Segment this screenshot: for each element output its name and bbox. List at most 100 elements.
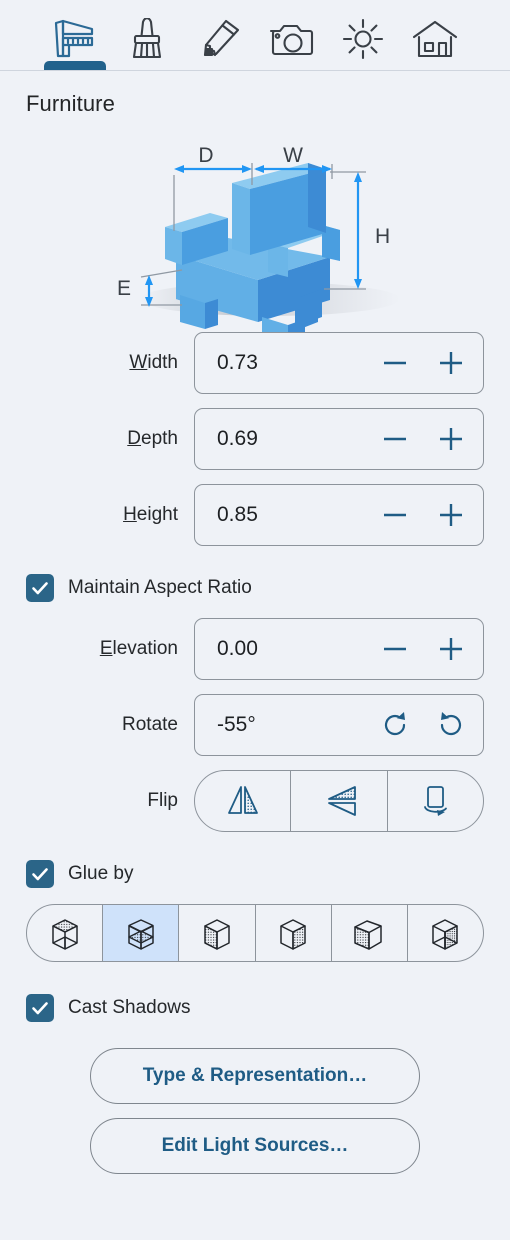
depth-field[interactable]: 0.69 — [194, 408, 484, 470]
label-flip: Flip — [147, 790, 178, 811]
furniture-diagram: D W H E — [0, 117, 510, 332]
height-field[interactable]: 0.85 — [194, 484, 484, 546]
flip-horizontal-button[interactable] — [195, 771, 290, 831]
sun-icon — [342, 18, 384, 60]
depth-decrement-button[interactable] — [367, 411, 423, 467]
row-depth: Depth 0.69 — [26, 408, 484, 470]
label-rotate: Rotate — [122, 714, 178, 735]
rotate-clockwise-button[interactable] — [367, 697, 423, 753]
cube-face-right-icon — [280, 919, 306, 950]
minus-icon — [384, 437, 406, 441]
flip-turn-button[interactable] — [386, 771, 483, 831]
elevation-decrement-button[interactable] — [367, 621, 423, 677]
transform-fields: Elevation 0.00 Rotate -55° Flip — [0, 618, 510, 846]
rotate-clockwise-icon — [384, 712, 406, 736]
row-flip: Flip — [26, 770, 484, 832]
plus-icon — [440, 504, 462, 526]
flip-button-group — [194, 770, 484, 832]
plus-icon — [440, 428, 462, 450]
glue-face-selector — [0, 904, 510, 962]
cube-face-left-button[interactable] — [178, 905, 254, 961]
rotate-value[interactable]: -55° — [217, 713, 367, 737]
diagram-label-depth: D — [198, 144, 213, 167]
flip-vertical-icon — [328, 786, 356, 816]
plus-icon — [440, 352, 462, 374]
cube-face-group — [26, 904, 484, 962]
tool-house[interactable] — [399, 8, 471, 70]
height-decrement-button[interactable] — [367, 487, 423, 543]
glue-by-checkbox[interactable] — [26, 860, 54, 888]
caliper-icon — [54, 19, 94, 58]
depth-increment-button[interactable] — [423, 411, 479, 467]
check-icon — [32, 868, 48, 881]
flip-horizontal-icon — [227, 786, 258, 814]
dimension-fields: Width 0.73 Depth 0.69 Height 0.85 — [0, 332, 510, 560]
height-value[interactable]: 0.85 — [217, 503, 367, 527]
minus-icon — [384, 647, 406, 651]
maintain-aspect-ratio-row[interactable]: Maintain Aspect Ratio — [0, 574, 510, 602]
check-icon — [32, 582, 48, 595]
camera-icon — [269, 24, 314, 56]
edit-light-sources-button[interactable]: Edit Light Sources… — [90, 1118, 420, 1174]
diagram-label-elevation: E — [117, 277, 131, 300]
label-width: Width — [129, 352, 178, 373]
cube-face-bottom-button[interactable] — [102, 905, 179, 961]
active-tab-indicator — [44, 61, 106, 70]
tool-pencil[interactable] — [183, 8, 255, 70]
cube-face-right-button[interactable] — [254, 905, 331, 961]
toolbar — [0, 0, 510, 70]
width-value[interactable]: 0.73 — [217, 351, 367, 375]
label-height: Height — [123, 504, 178, 525]
cube-face-front-button[interactable] — [330, 905, 407, 961]
label-depth: Depth — [127, 428, 178, 449]
cube-face-top-button[interactable] — [27, 905, 102, 961]
diagram-label-width: W — [283, 144, 303, 167]
furniture-diagram-svg: D W H E — [117, 144, 400, 332]
diagram-label-height: H — [375, 225, 390, 248]
tool-brush[interactable] — [111, 8, 183, 70]
width-increment-button[interactable] — [423, 335, 479, 391]
cast-shadows-row[interactable]: Cast Shadows — [0, 994, 510, 1022]
minus-icon — [384, 361, 406, 365]
width-decrement-button[interactable] — [367, 335, 423, 391]
house-icon — [412, 20, 458, 58]
cube-face-left-icon — [204, 919, 230, 950]
elevation-field[interactable]: 0.00 — [194, 618, 484, 680]
tool-camera[interactable] — [255, 8, 327, 70]
cube-face-back-icon — [432, 919, 459, 950]
cast-shadows-checkbox[interactable] — [26, 994, 54, 1022]
plus-icon — [440, 638, 462, 660]
furniture-panel: Furniture D W H E Width 0.73 Depth 0.69 … — [0, 0, 510, 1240]
cast-shadows-label: Cast Shadows — [68, 997, 191, 1018]
rotate-field[interactable]: -55° — [194, 694, 484, 756]
depth-value[interactable]: 0.69 — [217, 427, 367, 451]
height-increment-button[interactable] — [423, 487, 479, 543]
glue-by-row[interactable]: Glue by — [0, 860, 510, 888]
cube-face-bottom-icon — [128, 919, 154, 950]
brush-icon — [132, 18, 162, 59]
width-field[interactable]: 0.73 — [194, 332, 484, 394]
flip-turn-icon — [424, 786, 448, 816]
tool-sun[interactable] — [327, 8, 399, 70]
elevation-value[interactable]: 0.00 — [217, 637, 367, 661]
flip-vertical-button[interactable] — [290, 771, 386, 831]
row-width: Width 0.73 — [26, 332, 484, 394]
check-icon — [32, 1002, 48, 1015]
rotate-counterclockwise-button[interactable] — [423, 697, 479, 753]
cube-face-top-icon — [51, 919, 78, 950]
maintain-aspect-ratio-checkbox[interactable] — [26, 574, 54, 602]
minus-icon — [384, 513, 406, 517]
elevation-increment-button[interactable] — [423, 621, 479, 677]
cube-face-back-button[interactable] — [406, 905, 483, 961]
tool-caliper[interactable] — [39, 8, 111, 70]
action-buttons: Type & Representation… Edit Light Source… — [0, 1038, 510, 1174]
rotate-counterclockwise-icon — [440, 712, 462, 736]
label-elevation: Elevation — [99, 638, 178, 659]
page-title: Furniture — [26, 91, 115, 116]
row-rotate: Rotate -55° — [26, 694, 484, 756]
row-elevation: Elevation 0.00 — [26, 618, 484, 680]
type-representation-button[interactable]: Type & Representation… — [90, 1048, 420, 1104]
row-height: Height 0.85 — [26, 484, 484, 546]
glue-by-label: Glue by — [68, 863, 134, 884]
pencil-icon — [203, 19, 240, 57]
